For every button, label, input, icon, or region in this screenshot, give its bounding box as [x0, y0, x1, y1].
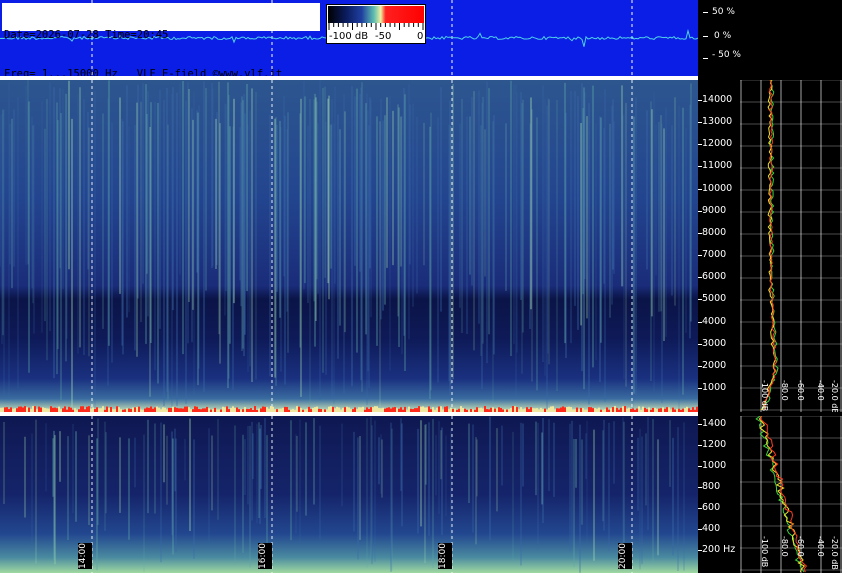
freq-tick-label: 8000: [702, 226, 727, 238]
freq-tick-label: 400: [702, 523, 721, 534]
spectrum-db-label: -80.0: [780, 536, 789, 557]
color-scale-gradient: [328, 6, 424, 23]
freq-tick-label: 7000: [702, 249, 727, 261]
spectrum-db-label: -100 dB: [760, 536, 769, 567]
time-label-20: 20:00: [618, 543, 632, 569]
freq-tick-label: 1000: [702, 382, 727, 393]
spectrogram-upper: [0, 80, 698, 412]
spectrum-profile-upper: -100 dB -80.0 -60.0 -40.0 -20.0 dB: [740, 80, 842, 412]
colorbar-label-mid: -50: [375, 31, 392, 42]
freq-tick-label: 600: [702, 502, 721, 513]
freq-tick-label: 2000: [702, 359, 727, 371]
freq-tick-label: 3000: [702, 337, 727, 349]
freq-tick-label: 9000: [702, 204, 727, 216]
spectrum-db-label: -100 dB: [760, 380, 769, 411]
scale-label-top: 50 %: [712, 7, 735, 17]
spectrum-db-label: -20.0 dB: [830, 380, 839, 412]
freq-tick-label: 800: [702, 481, 721, 492]
spectrum-db-label: -20.0 dB: [830, 536, 839, 570]
color-scale-ticks: [328, 23, 424, 30]
freq-tick-label: 1000: [702, 460, 727, 471]
frequency-axis-upper: 14000 13000 12000 11000 10000 9000 8000 7000 600…: [698, 80, 740, 412]
freq-tick-label: 14000: [702, 94, 733, 105]
freq-tick-label: 10000: [702, 182, 733, 194]
scale-label-bottom: - 50 %: [712, 50, 741, 60]
spectrum-db-label: -60.0: [796, 380, 805, 401]
spectrum-db-label: -60.0: [796, 536, 805, 557]
spectrum-db-label: -80.0: [780, 380, 789, 401]
time-label-18: 18:00: [438, 543, 452, 569]
freq-tick-label: 1200: [702, 439, 727, 450]
colorbar-label-min: -100 dB: [329, 31, 369, 42]
freq-tick-label: 200 Hz: [702, 544, 736, 555]
header-info-box: Date=2026-07-28 Time=20:45 Freq= 1...150…: [2, 3, 320, 80]
scale-label-zero: 0 %: [714, 31, 732, 41]
date-time-label: Date=2026-07-28 Time=20:45: [4, 29, 169, 41]
spectrogram-lower: [0, 416, 698, 573]
color-scale-legend: -100 dB -50 0: [326, 4, 426, 44]
frequency-axis-lower: 1400 1200 1000 800 600 400 200 Hz: [698, 416, 740, 573]
freq-tick-label: 11000: [702, 160, 733, 172]
freq-tick-label: 6000: [702, 271, 727, 283]
spectrum-db-label: -40.0: [816, 536, 825, 557]
time-label-14: 14:00: [78, 543, 92, 569]
spectrum-db-label: -40.0: [816, 380, 825, 401]
vlf-spectrogram-window: Date=2026-07-28 Time=20:45 Freq= 1...150…: [0, 0, 842, 573]
freq-tick-label: 13000: [702, 116, 733, 128]
waveform-scale: 50 % 0 % - 50 %: [700, 0, 842, 76]
spectrum-trace-red: [763, 80, 777, 411]
time-label-16: 16:00: [258, 543, 272, 569]
freq-tick-label: 12000: [702, 138, 733, 150]
spectrum-profile-lower: -100 dB -80.0 -60.0 -40.0 -20.0 dB: [740, 416, 842, 573]
freq-tick-label: 5000: [702, 293, 727, 305]
freq-tick-label: 1400: [702, 418, 727, 429]
colorbar-label-max: 0: [417, 31, 424, 42]
freq-tick-label: 4000: [702, 315, 727, 327]
